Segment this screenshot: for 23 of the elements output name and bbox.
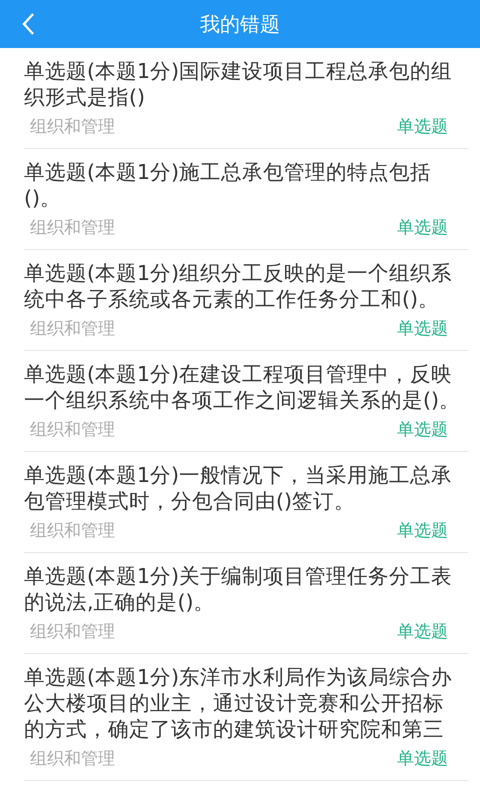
question-text[interactable]: 单选题(本题1分)国际建设项目工程总承包的组织形式是指(): [24, 58, 464, 110]
question-type-label: 单选题: [397, 418, 448, 440]
question-text[interactable]: 单选题(本题1分)施工总承包管理的特点包括()。: [24, 159, 464, 211]
question-type-label: 单选题: [397, 520, 448, 542]
question-type-label: 单选题: [397, 620, 448, 642]
category-label: 组织和管理: [30, 418, 115, 440]
question-type-label: 单选题: [397, 216, 448, 238]
question-type-label: 单选题: [397, 116, 448, 138]
question-text[interactable]: 单选题(本题1分)在建设工程项目管理中，反映一个组织系统中各项工作之间逻辑关系的是()。: [24, 361, 464, 413]
category-label: 组织和管理: [30, 116, 115, 138]
question-type-label: 单选题: [397, 318, 448, 340]
category-label: 组织和管理: [30, 318, 115, 340]
question-type-label: 单选题: [397, 748, 448, 770]
back-icon: [21, 12, 35, 36]
question-text[interactable]: 单选题(本题1分)关于编制项目管理任务分工表的说法,正确的是()。: [24, 563, 464, 615]
category-label: 组织和管理: [30, 748, 115, 770]
question-text[interactable]: 单选题(本题1分)组织分工反映的是一个组织系统中各子系统或各元素的工作任务分工和()。: [24, 260, 464, 312]
category-label: 组织和管理: [30, 216, 115, 238]
category-label: 组织和管理: [30, 520, 115, 542]
question-text[interactable]: 单选题(本题1分)一般情况下，当采用施工总承包管理模式时，分包合同由()签订。: [24, 462, 464, 514]
category-label: 组织和管理: [30, 620, 115, 642]
page-title: 我的错题: [200, 10, 280, 38]
question-text[interactable]: 单选题(本题1分)东洋市水利局作为该局综合办公大楼项目的业主，通过设计竞赛和公开招标的方式，确定了该市的建筑设计研究院和第三: [24, 664, 464, 742]
